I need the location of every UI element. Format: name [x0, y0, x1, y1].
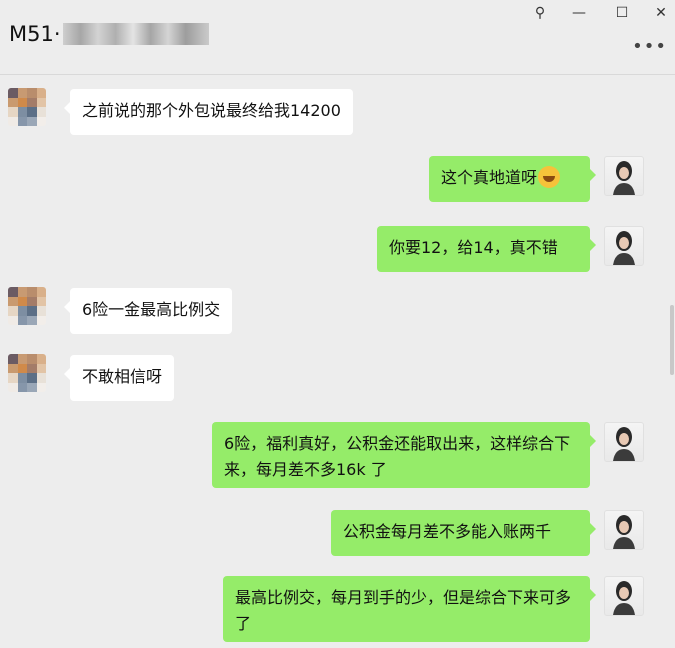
- chat-header: M51· ⚲ — ☐ ✕ •••: [0, 0, 675, 75]
- chat-title: M51·: [9, 22, 209, 46]
- maximize-button[interactable]: ☐: [609, 2, 635, 24]
- message-bubble[interactable]: 公积金每月差不多能入账两千: [331, 510, 596, 556]
- pin-icon[interactable]: ⚲: [527, 2, 553, 24]
- self-avatar[interactable]: [604, 510, 644, 550]
- message-bubble[interactable]: 之前说的那个外包说最终给我14200: [64, 89, 353, 135]
- chat-scrollbar[interactable]: [670, 305, 674, 375]
- contact-avatar[interactable]: [8, 354, 46, 392]
- self-avatar[interactable]: [604, 226, 644, 266]
- message-bubble[interactable]: 不敢相信呀: [63, 355, 175, 401]
- self-avatar[interactable]: [604, 576, 644, 616]
- minimize-button[interactable]: —: [566, 2, 592, 24]
- message-bubble[interactable]: 最高比例交，每月到手的少，但是综合下来可多了: [223, 576, 596, 642]
- contact-avatar[interactable]: [8, 287, 46, 325]
- chat-title-text: M51·: [9, 22, 61, 46]
- message-bubble[interactable]: 你要12，给14，真不错: [377, 226, 596, 272]
- self-avatar[interactable]: [604, 156, 644, 196]
- close-button[interactable]: ✕: [648, 2, 674, 24]
- contact-avatar[interactable]: [8, 88, 46, 126]
- chat-title-redacted: [62, 23, 209, 45]
- laughing-face-emoji-icon: [538, 166, 561, 188]
- self-avatar[interactable]: [604, 422, 644, 462]
- message-bubble[interactable]: 这个真地道呀: [429, 156, 596, 202]
- message-text: 这个真地道呀: [441, 168, 538, 187]
- more-options-icon[interactable]: •••: [632, 36, 667, 57]
- message-bubble[interactable]: 6险一金最高比例交: [63, 288, 233, 334]
- message-bubble[interactable]: 6险，福利真好，公积金还能取出来，这样综合下来，每月差不多16k 了: [212, 422, 596, 488]
